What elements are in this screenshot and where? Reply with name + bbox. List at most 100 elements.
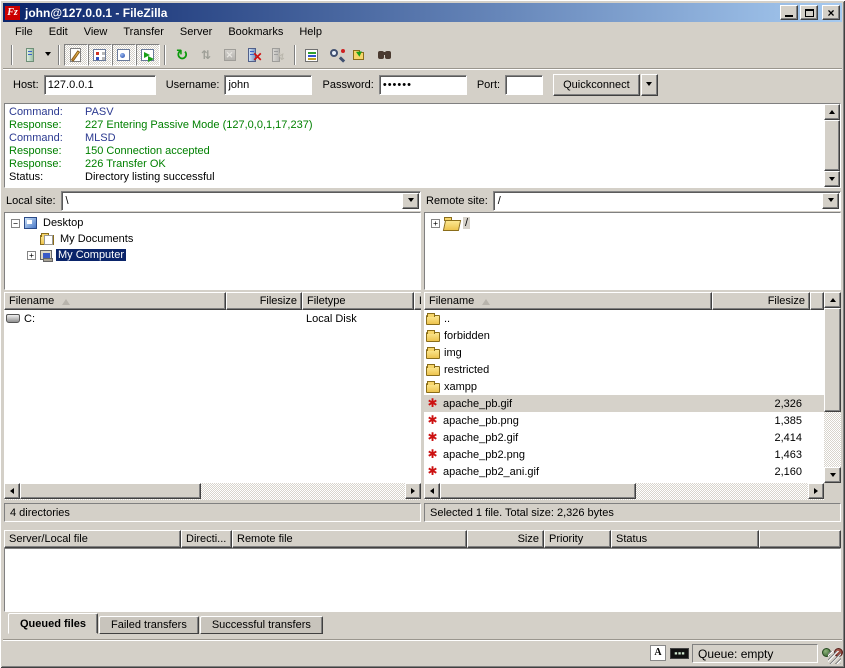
column-server-local-file[interactable]: Server/Local file <box>4 530 181 548</box>
scroll-down-button[interactable] <box>824 171 840 187</box>
column-filename[interactable]: Filename <box>424 292 712 310</box>
scrollbar-thumb[interactable] <box>824 120 840 171</box>
tab-successful-transfers[interactable]: Successful transfers <box>200 616 323 634</box>
column-last-modified[interactable]: L <box>414 292 421 310</box>
queue-body[interactable] <box>4 548 841 612</box>
scrollbar-thumb[interactable] <box>824 308 841 412</box>
tab-queued-files[interactable]: Queued files <box>8 613 98 634</box>
expand-icon[interactable]: + <box>27 251 36 260</box>
toggle-transfer-queue-button[interactable] <box>136 44 160 66</box>
local-list-hscrollbar[interactable] <box>4 483 421 500</box>
toggle-local-tree-button[interactable] <box>88 44 112 66</box>
expand-icon[interactable]: + <box>431 219 440 228</box>
directory-filters-button[interactable] <box>300 44 324 66</box>
column-filename[interactable]: Filename <box>4 292 226 310</box>
site-manager-button[interactable] <box>17 44 41 66</box>
menu-server[interactable]: Server <box>172 24 220 40</box>
refresh-button[interactable]: ↻ <box>170 44 194 66</box>
remote-site-combo[interactable]: / <box>493 191 841 211</box>
local-list-body[interactable]: C: Local Disk <box>4 310 421 483</box>
column-remote-file[interactable]: Remote file <box>232 530 467 548</box>
app-icon[interactable]: Fz <box>5 6 20 20</box>
remote-directory-tree[interactable]: + / <box>424 212 841 290</box>
menu-file[interactable]: File <box>7 24 41 40</box>
tree-item-my-computer[interactable]: + My Computer <box>5 247 420 263</box>
quickconnect-dropdown[interactable] <box>641 74 658 96</box>
column-filetype[interactable]: Filetype <box>302 292 414 310</box>
queue-status-pane: Queue: empty <box>692 644 818 663</box>
scroll-left-button[interactable] <box>424 483 440 499</box>
password-input[interactable] <box>379 75 467 95</box>
scroll-up-button[interactable] <box>824 104 840 120</box>
scroll-right-button[interactable] <box>808 483 824 499</box>
ascii-datatype-icon[interactable]: A <box>650 645 666 661</box>
log-scrollbar[interactable] <box>824 104 840 187</box>
directory-comparison-button[interactable] <box>348 44 372 66</box>
local-directory-tree[interactable]: − Desktop My Documents + My Computer <box>4 212 421 290</box>
remote-file-row[interactable]: forbidden <box>424 327 824 344</box>
remote-file-row[interactable]: ✱apache_pb2.png1,463 <box>424 446 824 463</box>
column-filesize[interactable]: Filesize <box>712 292 810 310</box>
scroll-right-button[interactable] <box>405 483 421 499</box>
local-file-row[interactable]: C: Local Disk <box>4 310 421 327</box>
toggle-remote-tree-button[interactable] <box>112 44 136 66</box>
remote-site-combo-button[interactable] <box>822 193 839 209</box>
tree-item-my-documents[interactable]: My Documents <box>5 231 420 247</box>
remote-list-hscrollbar[interactable] <box>424 483 824 500</box>
menu-transfer[interactable]: Transfer <box>115 24 172 40</box>
remote-file-row-selected[interactable]: ✱apache_pb.gif2,326 <box>424 395 824 412</box>
remote-file-row[interactable]: xampp <box>424 378 824 395</box>
column-filesize[interactable]: Filesize <box>226 292 302 310</box>
tree-item-root[interactable]: + / <box>425 215 840 231</box>
tree-item-desktop[interactable]: − Desktop <box>5 215 420 231</box>
column-status[interactable]: Status <box>611 530 759 548</box>
column-direction[interactable]: Directi... <box>181 530 232 548</box>
column-priority[interactable]: Priority <box>544 530 611 548</box>
process-queue-button[interactable]: ⇅ <box>194 44 218 66</box>
scrollbar-thumb[interactable] <box>20 483 201 499</box>
local-site-combo-button[interactable] <box>402 193 419 209</box>
scrollbar-thumb[interactable] <box>440 483 636 499</box>
menu-help[interactable]: Help <box>291 24 330 40</box>
message-log[interactable]: Command:PASV Response:227 Entering Passi… <box>4 103 841 188</box>
remote-file-row[interactable]: .. <box>424 310 824 327</box>
tab-failed-transfers[interactable]: Failed transfers <box>99 616 199 634</box>
collapse-icon[interactable]: − <box>11 219 20 228</box>
resize-grip[interactable] <box>828 651 841 664</box>
minimize-button[interactable] <box>780 5 798 20</box>
remote-file-row[interactable]: ✱apache_pb2.gif2,414 <box>424 429 824 446</box>
remote-file-row[interactable]: ✱apache_pb2_ani.gif2,160 <box>424 463 824 480</box>
remote-list-body[interactable]: .. forbidden img restricted xampp ✱apach… <box>424 310 824 483</box>
toggle-message-log-button[interactable] <box>64 44 88 66</box>
synchronized-browsing-button[interactable] <box>372 44 396 66</box>
remote-file-row[interactable]: ✱apache_pb.png1,385 <box>424 412 824 429</box>
file-search-button[interactable] <box>324 44 348 66</box>
menu-view[interactable]: View <box>76 24 116 40</box>
minimize-icon <box>785 15 793 17</box>
cancel-operation-button[interactable]: ✕ <box>218 44 242 66</box>
remote-file-row[interactable]: restricted <box>424 361 824 378</box>
maximize-button[interactable] <box>800 5 818 20</box>
disconnect-button[interactable]: ✕ <box>242 44 266 66</box>
reconnect-button[interactable]: ↯ <box>266 44 290 66</box>
scroll-down-button[interactable] <box>824 467 841 483</box>
speedlimit-icon[interactable]: ▪▪▪ <box>670 648 689 659</box>
menu-edit[interactable]: Edit <box>41 24 76 40</box>
remote-file-row[interactable]: img <box>424 344 824 361</box>
remote-file-list: Filename Filesize .. forbidden img restr… <box>424 292 841 500</box>
column-size[interactable]: Size <box>467 530 544 548</box>
quickconnect-button[interactable]: Quickconnect <box>553 74 640 96</box>
port-input[interactable] <box>505 75 543 95</box>
scroll-left-button[interactable] <box>4 483 20 499</box>
status-bar: A ▪▪▪ Queue: empty <box>3 639 842 665</box>
close-button[interactable]: × <box>822 5 840 20</box>
titlebar[interactable]: Fz john@127.0.0.1 - FileZilla × <box>3 3 842 22</box>
username-input[interactable] <box>224 75 312 95</box>
host-input[interactable] <box>44 75 156 95</box>
local-site-combo[interactable]: \ <box>61 191 421 211</box>
scroll-up-button[interactable] <box>824 292 841 308</box>
remote-list-vscrollbar[interactable] <box>824 292 841 483</box>
sort-ascending-icon <box>62 295 70 305</box>
menu-bookmarks[interactable]: Bookmarks <box>220 24 291 40</box>
site-manager-dropdown[interactable] <box>41 44 54 66</box>
